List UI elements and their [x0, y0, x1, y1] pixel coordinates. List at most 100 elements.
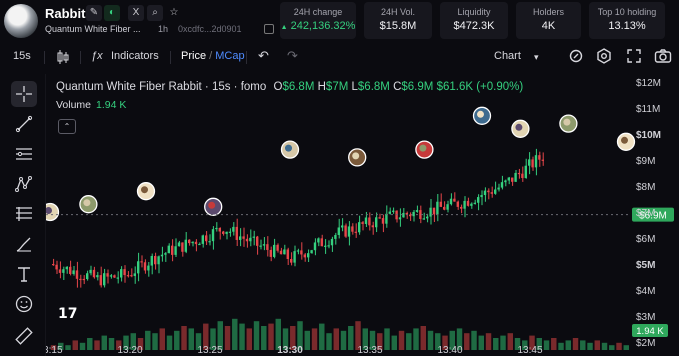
volume-bar	[594, 340, 600, 350]
buyer-avatar-detail	[621, 136, 628, 144]
chevron-down-icon[interactable]: ▾	[534, 52, 539, 63]
candle	[92, 269, 96, 278]
candle	[528, 159, 531, 166]
candle	[480, 195, 483, 198]
candle	[181, 242, 184, 252]
chart-title: Quantum White Fiber Rabbit · 15s · fomo	[56, 81, 267, 93]
candle	[171, 245, 174, 255]
buyer-avatar	[136, 182, 156, 201]
volume-bar	[152, 333, 158, 350]
candle	[140, 261, 143, 263]
crosshair-tool-icon[interactable]	[11, 81, 37, 107]
stat-24h-volume: 24H Vol. $15.8M	[364, 2, 432, 39]
candle	[361, 222, 364, 224]
candle	[222, 231, 225, 234]
divider	[44, 51, 45, 64]
candle	[198, 243, 201, 246]
volume-bar	[427, 330, 434, 350]
trend-line-tool-icon[interactable]	[11, 111, 37, 137]
candle	[341, 225, 344, 228]
ruler-tool-icon[interactable]	[11, 323, 37, 349]
candle	[303, 254, 306, 258]
candle	[473, 202, 476, 204]
emoji-tool-icon[interactable]	[11, 291, 37, 317]
contract-address[interactable]: 0xcdfc...2d0901	[178, 24, 242, 34]
divider	[170, 51, 171, 64]
x-axis-label: 13:35	[357, 345, 382, 356]
token-avatar[interactable]	[4, 4, 38, 38]
volume-bar	[268, 323, 274, 350]
candle	[456, 201, 459, 207]
volume-bar	[493, 338, 499, 350]
volume-bar	[507, 333, 513, 350]
buyer-avatar-detail	[141, 186, 148, 194]
candlestick-type-icon[interactable]	[56, 49, 70, 68]
buyer-avatar	[79, 195, 98, 214]
candle	[344, 225, 347, 237]
candle	[154, 255, 157, 265]
candle	[205, 235, 208, 242]
candle	[62, 269, 65, 273]
candle	[174, 246, 177, 255]
volume-bar	[65, 345, 71, 350]
candle	[103, 273, 106, 286]
indicators-icon[interactable]: ƒx	[91, 50, 103, 62]
candle	[286, 249, 289, 260]
token-subtitle: Quantum White Fiber ...	[45, 24, 141, 34]
candle	[317, 238, 320, 243]
price-mcap-toggle[interactable]: Price / MCap	[181, 50, 245, 62]
token-header: Rabbit ✎ ◐ X ⌕ ☆ Quantum White Fiber ...…	[0, 0, 679, 42]
interval-selector[interactable]: 15s	[13, 50, 31, 62]
candle	[463, 200, 466, 209]
buyer-avatar-detail	[563, 118, 571, 126]
pattern-tool-icon[interactable]	[11, 171, 37, 197]
y-axis-label: $11M	[636, 104, 660, 115]
candle	[269, 249, 272, 257]
indicators-button[interactable]: Indicators	[111, 50, 159, 62]
candle	[388, 211, 391, 214]
settings-wrench-icon[interactable]	[568, 48, 584, 67]
volume-bar	[551, 338, 557, 350]
gear-icon[interactable]	[596, 48, 612, 67]
pencil-icon[interactable]: ✎	[86, 5, 102, 21]
undo-icon[interactable]: ↶	[258, 48, 269, 64]
fib-retracement-tool-icon[interactable]	[11, 201, 37, 227]
buyer-avatar-detail	[83, 199, 91, 207]
volume-bar	[311, 328, 318, 350]
brush-tool-icon[interactable]	[11, 231, 37, 257]
search-icon[interactable]: ⌕	[147, 5, 163, 21]
candle	[443, 206, 446, 210]
candle	[507, 177, 510, 181]
chart-type-button[interactable]: Chart	[494, 50, 521, 62]
star-icon[interactable]: ☆	[166, 5, 182, 21]
buyer-avatar	[204, 197, 223, 216]
candle	[58, 269, 62, 273]
volume-bar	[471, 330, 477, 350]
horizontal-lines-tool-icon[interactable]	[11, 141, 37, 167]
candy-icon[interactable]: ◐	[104, 5, 120, 21]
mcap-option[interactable]: MCap	[215, 50, 244, 62]
x-axis-label: 13:20	[117, 345, 142, 356]
collapse-legend-button[interactable]: ⌃	[58, 119, 76, 134]
y-axis-label: $3M	[636, 312, 655, 323]
candle	[381, 218, 385, 224]
tradingview-logo: 17	[58, 306, 78, 322]
price-option[interactable]: Price	[181, 50, 206, 62]
chart-canvas[interactable]: $6.9M $12M $11M $10M $9M $8M $7M $6M $5M $4M $3M $2…	[46, 74, 679, 356]
camera-icon[interactable]	[654, 48, 672, 67]
volume-bar	[565, 340, 571, 350]
price-chart[interactable]: $6.9M $12M $11M $10M $9M $8M $7M $6M $5M $4M $3M $2…	[46, 74, 679, 356]
volume-bar	[572, 338, 579, 350]
text-tool-icon[interactable]	[11, 261, 37, 287]
candle	[218, 227, 221, 232]
candle	[147, 265, 150, 271]
buyer-avatar	[280, 140, 300, 159]
x-twitter-icon[interactable]: X	[128, 5, 144, 21]
candle	[99, 275, 102, 286]
volume-bar	[333, 328, 339, 350]
volume-bar	[391, 335, 397, 350]
copy-icon[interactable]	[264, 24, 274, 34]
candle	[137, 261, 140, 274]
fullscreen-icon[interactable]	[626, 48, 642, 67]
redo-icon[interactable]: ↷	[287, 48, 298, 64]
